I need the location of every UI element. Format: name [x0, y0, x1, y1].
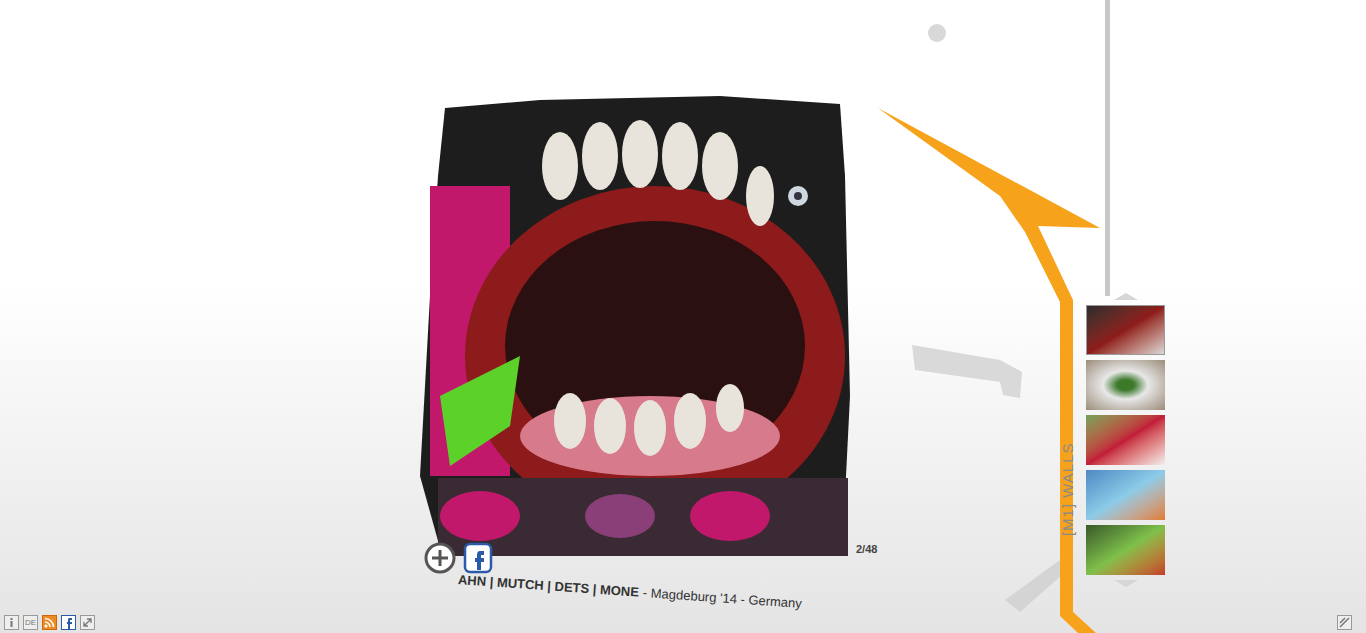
bottom-toolbar: DE	[4, 615, 95, 630]
scroll-up-icon[interactable]	[1106, 292, 1146, 300]
graffiti-photo-icon	[420, 96, 850, 556]
facebook-icon[interactable]	[61, 615, 76, 630]
language-switch[interactable]: DE	[23, 615, 38, 630]
page: 2/48 AHN | MUTCH | DETS | MONE - Magdebu…	[0, 0, 1366, 633]
settings-icon[interactable]	[1337, 615, 1352, 630]
info-icon[interactable]	[4, 615, 19, 630]
thumbnail[interactable]	[1086, 415, 1165, 465]
photo-actions	[423, 541, 493, 575]
thumbnail[interactable]	[1086, 525, 1165, 575]
thumbnail-strip	[1086, 292, 1165, 588]
caption-artists: AHN | MUTCH | DETS | MONE	[457, 570, 639, 602]
thumbnail[interactable]	[1086, 360, 1165, 410]
rss-icon[interactable]	[42, 615, 57, 630]
scroll-down-icon[interactable]	[1106, 580, 1146, 588]
zoom-plus-icon[interactable]	[423, 541, 457, 575]
main-photo[interactable]	[420, 96, 850, 556]
caption-details: - Magdeburg '14 - Germany	[642, 583, 802, 614]
fullscreen-icon[interactable]	[80, 615, 95, 630]
section-label: [M1] WALLS	[1057, 429, 1080, 549]
photo-caption: AHN | MUTCH | DETS | MONE - Magdeburg '1…	[457, 570, 802, 613]
thumbnail[interactable]	[1086, 305, 1165, 355]
thumbnail[interactable]	[1086, 470, 1165, 520]
facebook-share-icon[interactable]	[463, 542, 493, 574]
photo-counter: 2/48	[856, 541, 877, 558]
